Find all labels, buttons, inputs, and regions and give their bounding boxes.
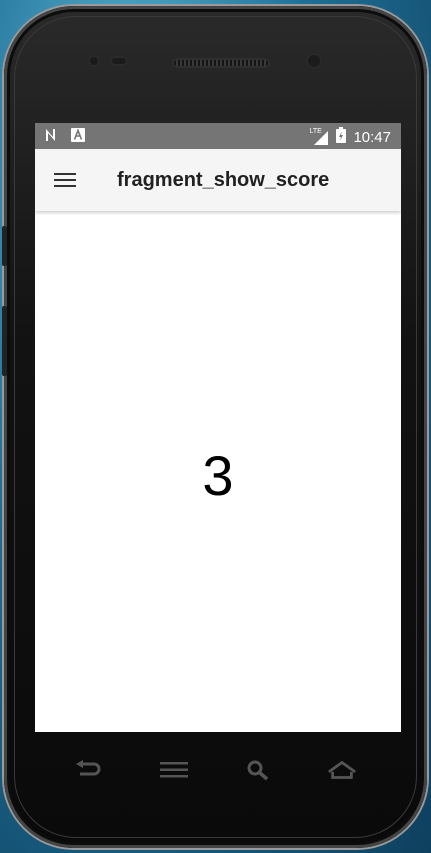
signal-icon: LTE bbox=[309, 128, 329, 146]
app-bar: fragment_show_score bbox=[35, 149, 401, 211]
home-button[interactable] bbox=[327, 758, 357, 782]
n-notification-icon bbox=[45, 128, 61, 147]
home-icon bbox=[328, 760, 356, 779]
hamburger-menu-icon bbox=[54, 173, 76, 187]
navigation-bar bbox=[35, 740, 401, 800]
search-icon bbox=[247, 760, 269, 781]
sensor bbox=[110, 56, 128, 66]
battery-charging-icon bbox=[336, 127, 347, 148]
back-icon bbox=[76, 760, 101, 776]
back-button[interactable] bbox=[73, 758, 103, 782]
status-clock: 10:47 bbox=[353, 129, 391, 146]
hamburger-menu-button[interactable] bbox=[49, 166, 81, 194]
search-button[interactable] bbox=[243, 758, 273, 782]
earpiece-speaker bbox=[172, 58, 270, 68]
score-value: 3 bbox=[202, 444, 234, 507]
sensor bbox=[88, 55, 100, 67]
front-camera bbox=[306, 53, 322, 69]
side-button bbox=[2, 306, 7, 376]
menu-button[interactable] bbox=[159, 758, 189, 782]
page-title: fragment_show_score bbox=[117, 169, 330, 191]
side-button bbox=[2, 226, 7, 266]
a-notification-icon bbox=[71, 128, 85, 147]
menu-icon bbox=[160, 762, 188, 778]
status-bar: LTE 10:47 bbox=[35, 123, 401, 149]
screen: LTE 10:47 fragment_show_score 3 bbox=[35, 123, 401, 732]
